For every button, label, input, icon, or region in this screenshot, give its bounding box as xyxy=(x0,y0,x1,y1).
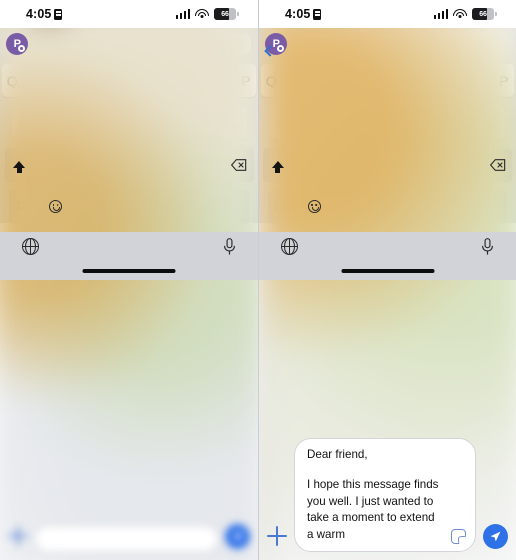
status-bar-left-group: 4:05 xyxy=(26,7,63,21)
battery-icon: 66 xyxy=(214,8,239,20)
home-indicator xyxy=(341,269,434,273)
backspace-icon xyxy=(489,158,506,171)
plus-icon[interactable] xyxy=(8,526,28,546)
recording-indicator-icon xyxy=(54,8,63,20)
gear-icon xyxy=(17,45,25,52)
status-bar-right-group: 66 xyxy=(175,8,239,20)
globe-language-icon[interactable] xyxy=(21,237,39,255)
sticker-icon[interactable] xyxy=(451,529,466,544)
cellular-signal-icon xyxy=(175,9,190,19)
cellular-signal-icon xyxy=(433,9,448,19)
right-phone-panel: 4:05 66 Dear friend, I hope this message… xyxy=(258,0,516,560)
conversation-area-left[interactable] xyxy=(0,28,258,560)
wifi-icon xyxy=(453,8,467,20)
shift-arrow-icon xyxy=(13,161,25,173)
status-bar-left-group-right: 4:05 xyxy=(285,7,322,21)
keyboard-bottom-bar-right xyxy=(259,232,516,280)
battery-level-label: 66 xyxy=(221,10,229,18)
keyboard-bottom-bar-left xyxy=(0,232,258,280)
message-input-left[interactable] xyxy=(35,526,218,552)
home-indicator xyxy=(82,269,176,273)
microphone-icon[interactable] xyxy=(479,238,496,256)
compose-bar-left[interactable] xyxy=(0,518,258,560)
compose-line-2: I hope this message finds you well. I ju… xyxy=(307,478,439,541)
battery-level-label: 66 xyxy=(479,10,487,18)
message-input-right[interactable]: Dear friend, I hope this message finds y… xyxy=(294,437,476,552)
recording-indicator-icon xyxy=(313,8,322,20)
shift-arrow-icon xyxy=(271,161,284,173)
emoji-smiley-icon xyxy=(307,200,321,213)
status-time: 4:05 xyxy=(285,7,311,21)
send-icon[interactable] xyxy=(483,524,508,549)
plus-icon[interactable] xyxy=(267,526,287,546)
back-chevron-icon[interactable] xyxy=(264,47,273,56)
backspace-icon xyxy=(231,158,247,171)
gear-icon xyxy=(276,45,284,52)
status-bar-left: 4:05 66 xyxy=(0,0,258,28)
compose-line-1: Dear friend, xyxy=(307,447,368,461)
left-phone-panel: 4:05 66 P xyxy=(0,0,258,560)
compose-bar-right[interactable]: Dear friend, I hope this message finds y… xyxy=(259,432,516,560)
dual-screenshot-comparison: 4:05 66 P 4:05 66 Dear friend, I hope th… xyxy=(0,0,516,560)
status-bar-right: 4:05 66 xyxy=(259,0,516,28)
globe-language-icon[interactable] xyxy=(280,237,298,255)
conversation-area-right[interactable]: Dear friend, I hope this message finds y… xyxy=(259,28,516,560)
status-bar-right-group-right: 66 xyxy=(433,8,497,20)
microphone-icon[interactable] xyxy=(221,238,238,256)
send-icon[interactable] xyxy=(225,524,250,549)
battery-icon: 66 xyxy=(472,8,497,20)
status-time: 4:05 xyxy=(26,7,52,21)
blurred-conversation-content-left xyxy=(0,28,258,560)
assistant-logo-icon[interactable]: P xyxy=(6,33,28,55)
wifi-icon xyxy=(195,8,209,20)
